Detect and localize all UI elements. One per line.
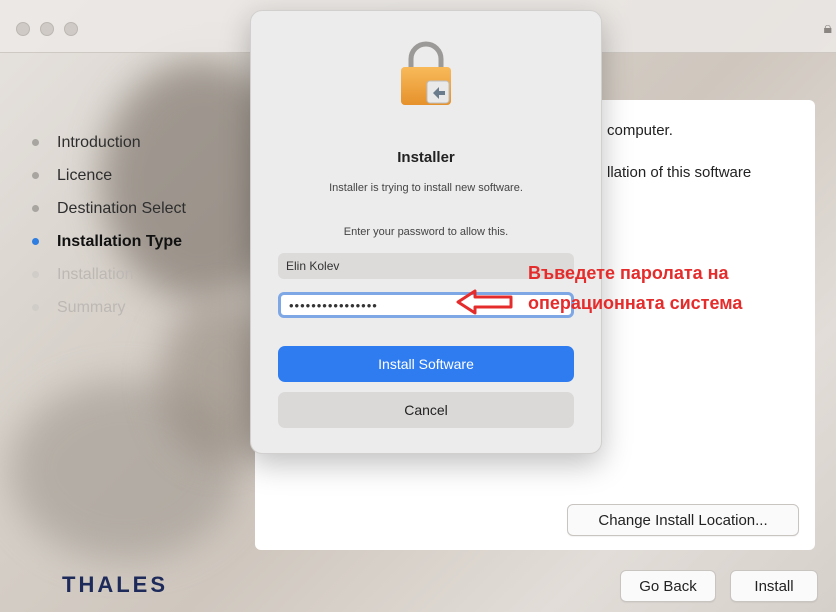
step-installation: Installation (24, 258, 244, 291)
cancel-button[interactable]: Cancel (278, 392, 574, 428)
annotation-line: операционната система (528, 293, 743, 313)
step-destination-select: Destination Select (24, 192, 244, 225)
zoom-window-button[interactable] (64, 22, 78, 36)
window-controls (16, 22, 78, 36)
step-bullet-icon (32, 238, 39, 245)
minimize-window-button[interactable] (40, 22, 54, 36)
annotation-line: Въведете паролата на (528, 263, 729, 283)
install-software-button[interactable]: Install Software (278, 346, 574, 382)
red-arrow-annotation (456, 289, 513, 315)
dialog-subtitle: Installer is trying to install new softw… (329, 182, 523, 194)
step-bullet-icon (32, 271, 39, 278)
step-bullet-icon (32, 304, 39, 311)
dialog-prompt: Enter your password to allow this. (343, 226, 509, 238)
brand-logo: THALES (62, 572, 168, 597)
auth-dialog: Installer Installer is trying to install… (250, 10, 602, 454)
step-bullet-icon (32, 205, 39, 212)
installer-window: 🔒︎ Introduction Licence Destination Sele… (0, 0, 836, 612)
steps-sidebar: Introduction Licence Destination Select … (24, 126, 244, 324)
step-introduction: Introduction (24, 126, 244, 159)
lock-icon (401, 41, 451, 105)
step-label: Introduction (57, 133, 141, 151)
panel-text-line: llation of this software (607, 164, 752, 181)
step-summary: Summary (24, 291, 244, 324)
step-label: Licence (57, 166, 113, 184)
step-bullet-icon (32, 172, 39, 179)
step-label: Installation (57, 265, 134, 283)
step-bullet-icon (32, 139, 39, 146)
dialog-title: Installer (397, 149, 455, 166)
lock-status-icon: 🔒︎ (823, 20, 832, 37)
change-install-location-button[interactable]: Change Install Location... (567, 504, 799, 536)
go-back-button[interactable]: Go Back (620, 570, 716, 602)
step-label: Destination Select (57, 199, 186, 217)
annotation-text: Въведете паролата на операционната систе… (528, 258, 742, 318)
step-label: Installation Type (57, 232, 183, 250)
step-installation-type: Installation Type (24, 225, 244, 258)
panel-text-line: computer. (607, 122, 673, 139)
install-button[interactable]: Install (730, 570, 818, 602)
step-label: Summary (57, 298, 126, 316)
close-window-button[interactable] (16, 22, 30, 36)
step-licence: Licence (24, 159, 244, 192)
